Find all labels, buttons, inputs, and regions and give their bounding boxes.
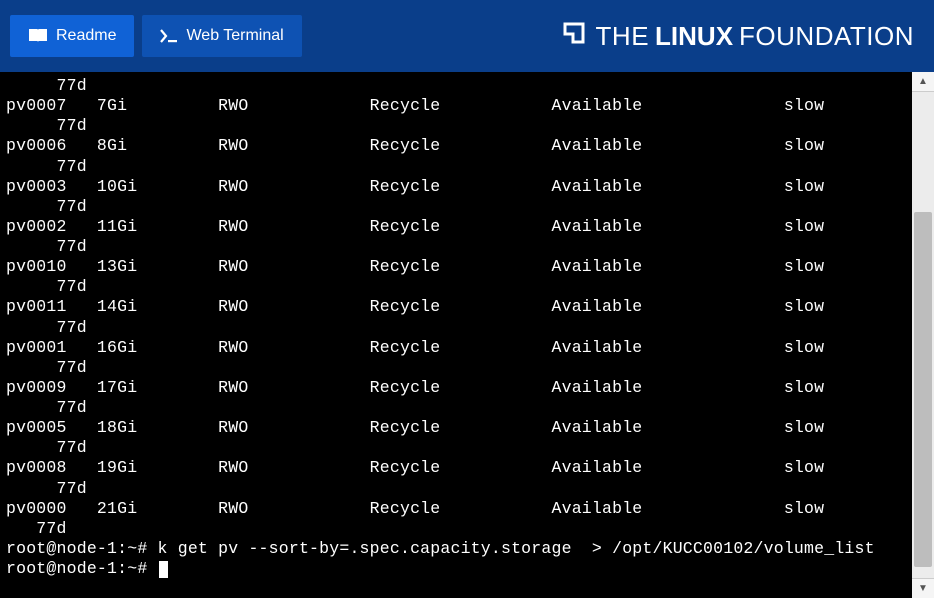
terminal-container: 77d pv0007 7Gi RWO Recycle Available slo…: [0, 72, 934, 598]
brand-logo: THE LINUX FOUNDATION: [562, 21, 924, 52]
scroll-down-button[interactable]: ▼: [912, 578, 934, 598]
readme-button[interactable]: Readme: [10, 15, 134, 57]
terminal-output[interactable]: 77d pv0007 7Gi RWO Recycle Available slo…: [0, 72, 912, 598]
scroll-up-button[interactable]: ▲: [912, 72, 934, 92]
brand-square-icon: [562, 21, 586, 52]
brand-text-linux: LINUX: [655, 21, 733, 52]
web-terminal-button[interactable]: Web Terminal: [142, 15, 301, 57]
book-icon: [28, 28, 48, 44]
terminal-cursor: [159, 561, 168, 578]
terminal-scrollbar[interactable]: ▲ ▼: [912, 72, 934, 598]
header-left: Readme Web Terminal: [10, 5, 302, 67]
brand-text-foundation: FOUNDATION: [739, 21, 914, 52]
brand-text-the: THE: [596, 21, 650, 52]
readme-label: Readme: [56, 27, 116, 45]
app-header: Readme Web Terminal THE LINUX FOUNDATION: [0, 0, 934, 72]
terminal-icon: [160, 29, 178, 43]
web-terminal-label: Web Terminal: [186, 27, 283, 45]
scroll-thumb[interactable]: [914, 212, 932, 567]
